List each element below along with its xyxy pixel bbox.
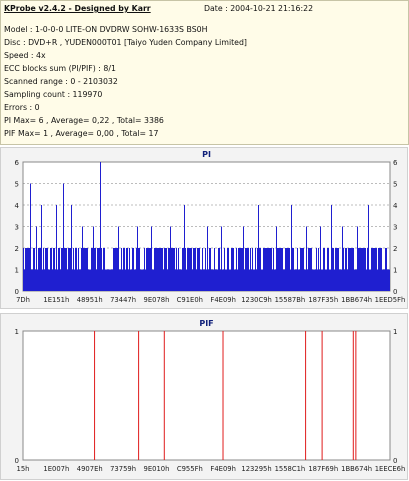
pi-x-tick: 7Dh [16, 296, 30, 304]
pi-x-tick: 1BB674h [341, 296, 372, 304]
pif-x-tick: 9E010h [144, 465, 170, 473]
pi-y-tick-left: 0 [15, 288, 19, 296]
pif-y-tick-left: 1 [15, 328, 19, 336]
pif-y-tick-right: 1 [393, 328, 397, 336]
pi-chart: PI 0 0 1 1 2 2 3 3 4 4 5 5 6 6 7Dh 1E151h 48951h 73447h 9E0… [15, 150, 406, 304]
pi-x-tick: 1EED5Fh [375, 296, 406, 304]
pi-x-tick: 73447h [110, 296, 136, 304]
ecc-sum-line: ECC blocks sum (PI/PIF) : 8/1 [4, 64, 116, 73]
pif-y-tick-left: 0 [15, 457, 19, 465]
pi-chart-panel: PI 0 0 1 1 2 2 3 3 4 4 5 5 6 6 7Dh 1E151h 48951h 73447h 9E0… [0, 147, 408, 309]
pi-y-tick-left: 4 [15, 202, 20, 210]
pif-x-tick: F4E09h [210, 465, 236, 473]
errors-line: Errors : 0 [4, 103, 40, 112]
pi-x-tick: 1230C9h [241, 296, 272, 304]
pi-y-tick-right: 1 [393, 267, 397, 275]
model-line: Model : 1-0-0-0 LITE-ON DVDRW SOHW-1633S… [4, 25, 208, 34]
speed-line: Speed : 4x [4, 51, 46, 60]
pif-y-tick-right: 0 [393, 457, 397, 465]
pif-x-tick: 1EECE6h [375, 465, 406, 473]
pif-x-tick: 123295h [241, 465, 271, 473]
pi-x-tick: 15587Bh [275, 296, 306, 304]
pi-y-tick-right: 6 [393, 159, 398, 167]
pif-x-tick: 1BB674h [341, 465, 372, 473]
pi-x-tick: 48951h [77, 296, 103, 304]
pi-x-tick: C91E0h [177, 296, 203, 304]
pi-y-tick-right: 3 [393, 224, 397, 232]
pif-x-tick: 15h [17, 465, 30, 473]
pi-y-tick-left: 5 [15, 181, 19, 189]
pif-x-tick: 1E007h [43, 465, 69, 473]
pi-y-tick-left: 2 [15, 245, 19, 253]
pi-x-tick: 1E151h [43, 296, 69, 304]
pi-chart-title: PI [202, 150, 211, 159]
pif-stats-line: PIF Max= 1 , Average= 0,00 , Total= 17 [4, 129, 159, 138]
pi-y-tick-left: 3 [15, 224, 19, 232]
pi-stats-line: PI Max= 6 , Average= 0,22 , Total= 3386 [4, 116, 164, 125]
pi-y-tick-right: 5 [393, 181, 397, 189]
app-title: KProbe v2.4.2 - Designed by Karr [4, 4, 151, 13]
pi-x-tick: F4E09h [210, 296, 236, 304]
pif-x-tick: 1558C1h [275, 465, 306, 473]
info-panel: KProbe v2.4.2 - Designed by Karr Date : … [0, 0, 409, 145]
pif-chart-title: PIF [199, 319, 213, 328]
pi-x-tick: 9E078h [144, 296, 170, 304]
disc-line: Disc : DVD+R , YUDEN000T01 [Taiyo Yuden … [4, 38, 247, 47]
pif-x-tick: 73759h [110, 465, 136, 473]
pif-x-tick: 4907Eh [77, 465, 103, 473]
pi-y-tick-left: 1 [15, 267, 19, 275]
sampling-count-line: Sampling count : 119970 [4, 90, 103, 99]
pi-y-tick-right: 4 [393, 202, 398, 210]
pi-y-tick-left: 6 [15, 159, 20, 167]
pif-chart-panel: PIF 0 0 1 1 15h 1E007h 4907Eh 73759h 9E010h C955Fh… [0, 313, 408, 480]
pif-x-tick: 187F69h [308, 465, 338, 473]
pi-y-tick-right: 2 [393, 245, 397, 253]
scan-date: Date : 2004-10-21 21:16:22 [204, 4, 314, 13]
pif-plot-area [22, 330, 391, 461]
pi-y-tick-right: 0 [393, 288, 397, 296]
pi-x-tick: 187F35h [308, 296, 338, 304]
pif-chart: PIF 0 0 1 1 15h 1E007h 4907Eh 73759h 9E010h C955Fh… [15, 319, 406, 473]
scanned-range-line: Scanned range : 0 - 2103032 [4, 77, 118, 86]
pif-x-tick: C955Fh [177, 465, 203, 473]
